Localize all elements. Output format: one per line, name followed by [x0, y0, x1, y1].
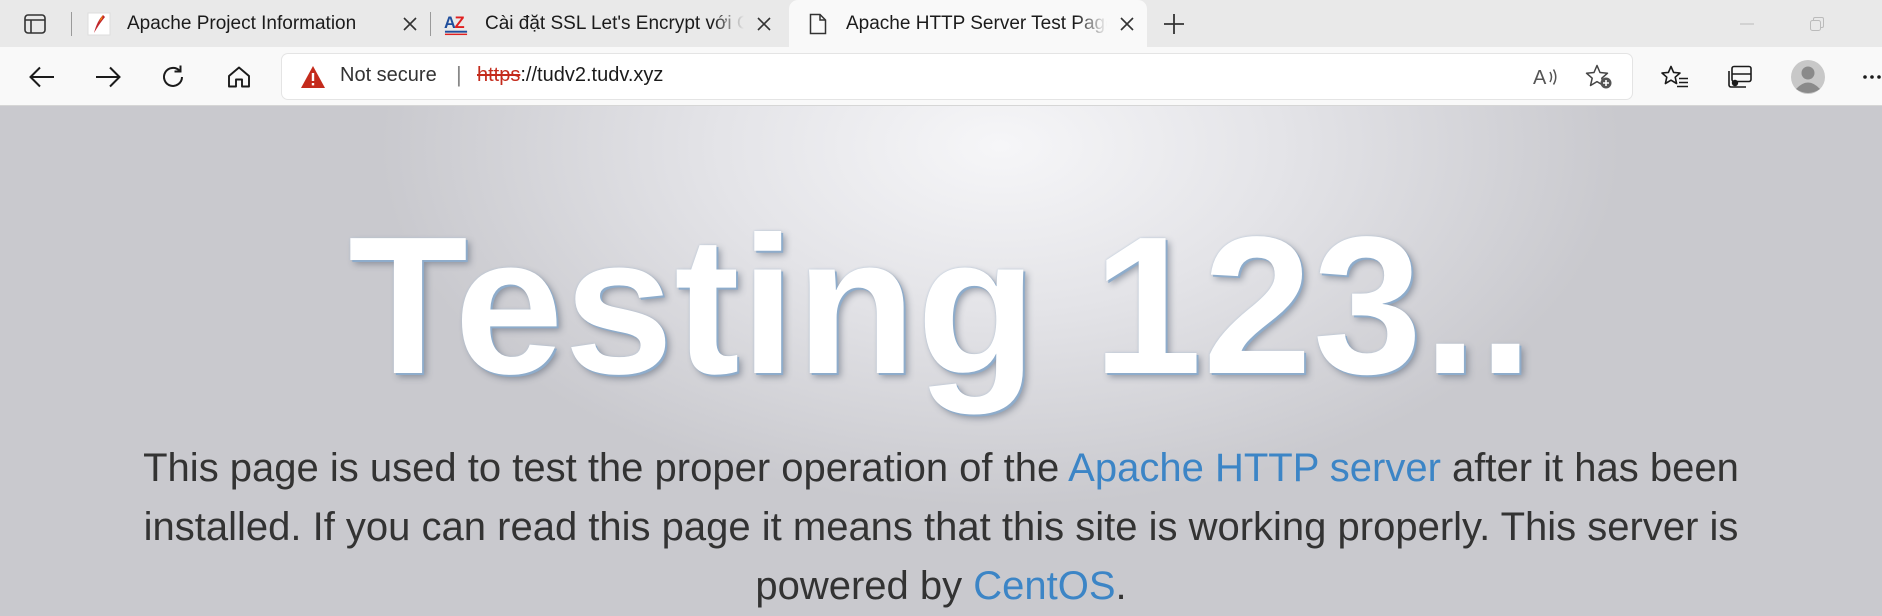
- azdigi-logo-icon: A Z: [444, 11, 469, 36]
- address-divider: |: [456, 62, 462, 87]
- add-favorite-button[interactable]: [1584, 62, 1614, 92]
- page-icon: [805, 11, 830, 36]
- page-heading: Testing 123..: [348, 196, 1534, 415]
- tab-title: Apache Project Information: [127, 12, 357, 34]
- close-icon: [1120, 16, 1134, 31]
- intro-text-3: .: [1115, 564, 1127, 608]
- arrow-left-icon: [29, 66, 54, 88]
- read-aloud-button[interactable]: A: [1531, 62, 1561, 92]
- minimize-button[interactable]: [1716, 0, 1778, 47]
- warning-icon: [301, 66, 325, 88]
- not-secure-label[interactable]: Not secure: [340, 64, 437, 87]
- intro-text-1: This page is used to test the proper ope…: [143, 446, 1069, 490]
- collections-icon: [1728, 65, 1752, 88]
- forward-button[interactable]: [88, 57, 128, 97]
- back-button[interactable]: [22, 57, 62, 97]
- svg-text:A: A: [1533, 67, 1547, 88]
- apache-http-server-link[interactable]: Apache HTTP server: [1068, 446, 1441, 490]
- tab-close-button[interactable]: [1113, 10, 1141, 38]
- apache-feather-icon: [86, 11, 111, 36]
- plus-icon: [1164, 14, 1184, 34]
- home-icon: [228, 66, 250, 88]
- intro-paragraph: This page is used to test the proper ope…: [100, 439, 1782, 616]
- tab-strip: Apache Project Information A Z Cài đặt S…: [0, 0, 1882, 47]
- svg-text:Z: Z: [455, 13, 465, 31]
- tab-separator: [71, 12, 72, 36]
- tab-separator: [430, 12, 431, 36]
- read-aloud-icon: A: [1533, 67, 1557, 88]
- address-bar[interactable]: Not secure | https://tudv2.tudv.xyz A: [282, 54, 1632, 99]
- centos-link[interactable]: CentOS: [973, 564, 1115, 608]
- minimize-icon: [1740, 23, 1754, 24]
- tab-ssl-letsencrypt[interactable]: A Z Cài đặt SSL Let's Encrypt với Cert: [444, 0, 778, 47]
- restore-icon: [1810, 16, 1824, 31]
- star-add-icon: [1585, 64, 1612, 89]
- url-scheme: https: [477, 64, 521, 86]
- browser-toolbar: Not secure | https://tudv2.tudv.xyz A: [0, 47, 1882, 106]
- tab-close-button[interactable]: [396, 10, 424, 38]
- more-menu-button[interactable]: [1850, 57, 1882, 97]
- url-host: ://tudv2.tudv.xyz: [520, 64, 664, 86]
- new-tab-button[interactable]: [1156, 8, 1192, 40]
- page-content: Testing 123.. This page is used to test …: [0, 106, 1882, 616]
- tab-title: Apache HTTP Server Test Page po: [846, 12, 1107, 34]
- tab-apache-test-page[interactable]: Apache HTTP Server Test Page po: [789, 0, 1147, 47]
- avatar-icon: [1791, 60, 1825, 94]
- refresh-icon: [163, 65, 183, 87]
- tab-actions-icon: [24, 14, 46, 34]
- tab-close-button[interactable]: [750, 10, 778, 38]
- favorites-button[interactable]: [1655, 57, 1695, 97]
- close-icon: [403, 16, 417, 31]
- url-text[interactable]: https://tudv2.tudv.xyz: [477, 64, 663, 87]
- favorites-list-icon: [1661, 65, 1688, 88]
- home-button[interactable]: [219, 57, 259, 97]
- tab-actions-button[interactable]: [17, 10, 53, 38]
- tab-apache-project-information[interactable]: Apache Project Information: [86, 0, 424, 47]
- restore-button[interactable]: [1786, 0, 1848, 47]
- close-icon: [757, 16, 771, 31]
- tab-title: Cài đặt SSL Let's Encrypt với Cert: [485, 12, 744, 34]
- collections-button[interactable]: [1720, 57, 1760, 97]
- more-dots-icon: [1863, 75, 1881, 79]
- arrow-right-icon: [96, 66, 121, 88]
- profile-button[interactable]: [1788, 57, 1828, 97]
- refresh-button[interactable]: [153, 57, 193, 97]
